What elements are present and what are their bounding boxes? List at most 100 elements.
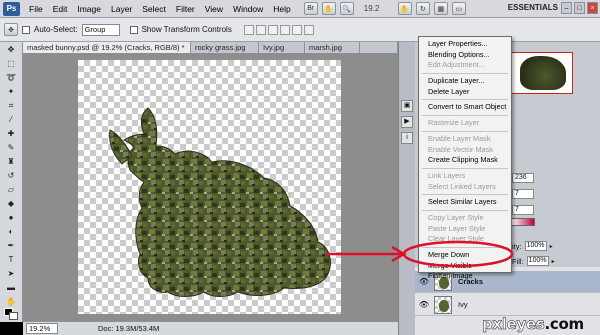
opacity-field[interactable]: 100%	[524, 241, 547, 251]
panel-dock-strip: ▣ ▶ i	[398, 42, 415, 335]
context-menu-item: Link Layers	[428, 170, 466, 180]
align-middle-icon[interactable]	[255, 24, 266, 35]
menu-window[interactable]: Window	[228, 0, 268, 18]
context-menu-item: Clear Layer Style	[428, 234, 484, 244]
hand-icon[interactable]: ✋	[321, 2, 336, 15]
tab-ivy[interactable]: Ivy.jpg	[259, 42, 305, 53]
context-menu-item[interactable]: Flatten Image	[419, 271, 511, 282]
paint-bucket-icon[interactable]: ◆	[3, 198, 19, 210]
menu-select[interactable]: Select	[137, 0, 171, 18]
context-menu-item[interactable]: Create Clipping Mask	[419, 155, 511, 166]
menu-filter[interactable]: Filter	[171, 0, 200, 18]
align-top-icon[interactable]	[243, 24, 254, 35]
tab-marsh[interactable]: marsh.jpg	[305, 42, 360, 53]
clone-stamp-icon[interactable]: ♜	[3, 156, 19, 168]
context-menu-item[interactable]: Duplicate Layer...	[419, 76, 511, 87]
context-menu-item[interactable]: Delete Layer	[419, 87, 511, 98]
dodge-tool-icon[interactable]: ◐	[3, 226, 19, 238]
fill-label: Fill:	[512, 256, 524, 266]
align-left-icon[interactable]	[279, 24, 290, 35]
info-panel-icon[interactable]: i	[401, 132, 413, 144]
eye-icon[interactable]: 👁	[418, 300, 430, 309]
zoom-field[interactable]: 19.2%	[26, 323, 58, 334]
context-menu-item[interactable]: Blending Options...	[419, 50, 511, 61]
auto-select-dropdown[interactable]: Group	[81, 23, 120, 36]
menu-separator	[422, 130, 508, 132]
value-field-2[interactable]: 7	[512, 189, 534, 199]
opacity-label: ity:	[512, 241, 522, 251]
history-panel-icon[interactable]: ▣	[401, 100, 413, 112]
minimize-button[interactable]: –	[561, 2, 572, 14]
value-field-3[interactable]: 7	[512, 205, 534, 215]
navigator-preview[interactable]	[511, 52, 573, 94]
menu-separator	[422, 247, 508, 248]
align-bottom-icon[interactable]	[267, 24, 278, 35]
status-bar: 19.2% Doc: 19.3M/53.4M	[23, 321, 398, 335]
workspace-switcher[interactable]: ESSENTIALS	[508, 3, 558, 12]
tab-rocky-grass[interactable]: rocky grass.jpg	[191, 42, 259, 53]
canvas-area[interactable]	[23, 53, 398, 321]
pen-tool-icon[interactable]: ✒	[3, 240, 19, 252]
magic-wand-icon[interactable]: ✦	[3, 86, 19, 98]
background-color[interactable]	[9, 312, 18, 320]
context-menu-item: Rasterize Layer	[428, 118, 480, 128]
fill-field[interactable]: 100%	[526, 256, 549, 266]
document-canvas[interactable]	[78, 60, 341, 314]
type-tool-icon[interactable]: T	[3, 254, 19, 266]
crop-tool-icon[interactable]: ⌗	[3, 100, 19, 112]
show-transform-checkbox[interactable]	[129, 25, 138, 34]
healing-brush-icon[interactable]: ✚	[3, 128, 19, 140]
brush-tool-icon[interactable]: ✎	[3, 142, 19, 154]
eraser-icon[interactable]: ▱	[3, 184, 19, 196]
actions-panel-icon[interactable]: ▶	[401, 116, 413, 128]
eyedropper-icon[interactable]: ⁄	[3, 114, 19, 126]
auto-select-checkbox[interactable]	[22, 25, 30, 34]
move-tool-icon[interactable]: ✥	[3, 44, 19, 56]
maximize-button[interactable]: □	[574, 2, 585, 14]
move-tool-icon[interactable]: ✥	[4, 23, 18, 36]
window-controls: – □ ×	[561, 2, 598, 14]
path-select-icon[interactable]: ➤	[3, 268, 19, 280]
blur-tool-icon[interactable]: ●	[3, 212, 19, 224]
bunny-silhouette	[123, 107, 331, 297]
menu-view[interactable]: View	[200, 0, 228, 18]
arrange-documents-icon[interactable]: ▦	[433, 2, 448, 15]
zoom-level[interactable]: 19.2	[364, 4, 394, 13]
menu-help[interactable]: Help	[268, 0, 295, 18]
screen-mode-icon[interactable]: ▭	[451, 2, 466, 15]
align-right-icon[interactable]	[303, 24, 314, 35]
color-swatches[interactable]	[4, 308, 18, 320]
menu-edit[interactable]: Edit	[48, 0, 73, 18]
bridge-icon[interactable]: Br	[303, 2, 318, 15]
hand-tool-icon[interactable]: ✋	[3, 296, 19, 308]
context-menu-item[interactable]: Layer Properties...	[419, 39, 511, 50]
lasso-tool-icon[interactable]: ➰	[3, 72, 19, 84]
marquee-tool-icon[interactable]: ⬚	[3, 58, 19, 70]
layer-row-ivy[interactable]: 👁 Ivy	[415, 294, 600, 316]
context-menu-item[interactable]: Merge Visible	[419, 261, 511, 272]
context-menu-item[interactable]: Merge Down	[419, 250, 511, 261]
shape-tool-icon[interactable]: ▬	[3, 282, 19, 294]
hand-tool-icon[interactable]: ✋	[397, 2, 412, 15]
menu-layer[interactable]: Layer	[106, 0, 137, 18]
menu-image[interactable]: Image	[72, 0, 106, 18]
value-field-1[interactable]: 236	[512, 173, 534, 183]
tab-masked-bunny[interactable]: masked bunny.psd @ 19.2% (Cracks, RGB/8)…	[23, 42, 191, 53]
menu-file[interactable]: File	[24, 0, 48, 18]
close-button[interactable]: ×	[587, 2, 598, 14]
context-menu-item[interactable]: Convert to Smart Object	[419, 102, 511, 113]
zoom-icon[interactable]: 🔍	[339, 2, 354, 15]
layer-name: Ivy	[458, 300, 468, 309]
history-brush-icon[interactable]: ↺	[3, 170, 19, 182]
rotate-view-icon[interactable]: ↻	[415, 2, 430, 15]
opacity-row: ity: 100% ▸	[512, 241, 553, 251]
navigator-thumbnail	[520, 56, 566, 90]
opacity-arrow-icon[interactable]: ▸	[550, 243, 553, 250]
context-menu-item[interactable]: Select Similar Layers	[419, 197, 511, 208]
menu-bar: Ps File Edit Image Layer Select Filter V…	[0, 0, 600, 18]
fill-arrow-icon[interactable]: ▸	[552, 258, 555, 265]
align-center-icon[interactable]	[291, 24, 302, 35]
tab-more[interactable]	[360, 42, 398, 53]
color-ramp[interactable]	[511, 218, 535, 226]
menu-separator	[422, 194, 508, 196]
